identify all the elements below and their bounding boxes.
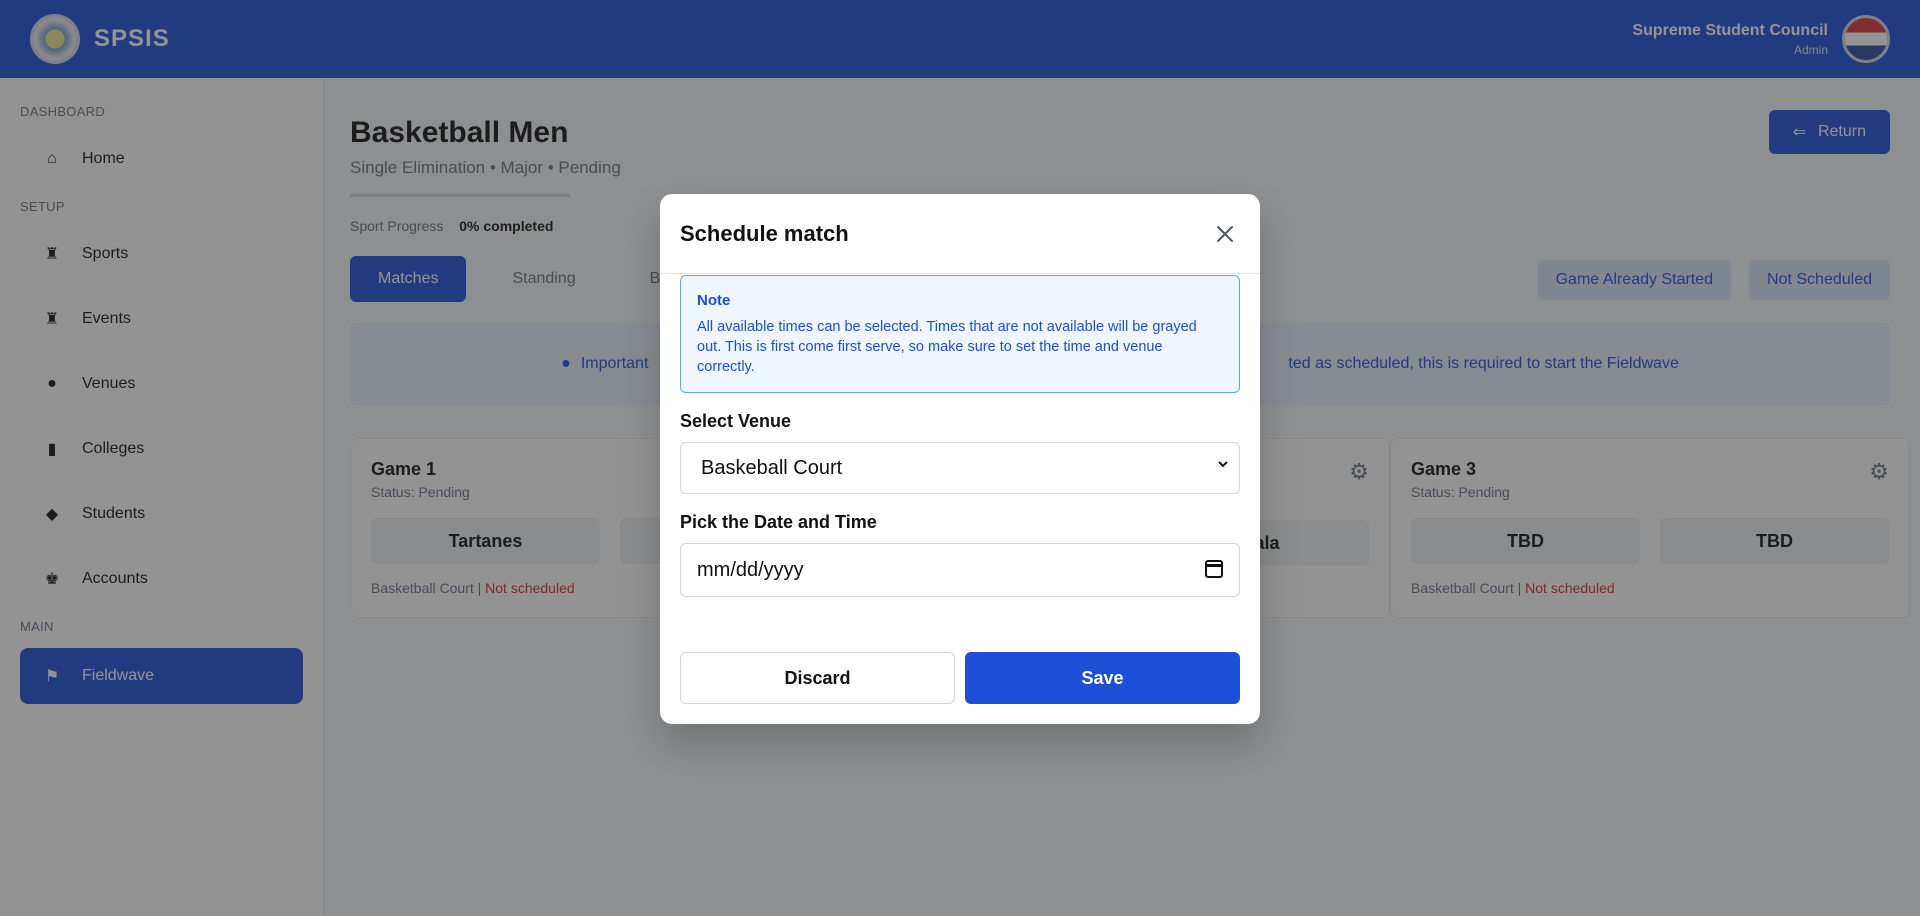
schedule-match-modal: Schedule match Note All available times … [660,194,1260,724]
close-button[interactable] [1210,219,1240,249]
date-label: Pick the Date and Time [680,512,877,532]
discard-button[interactable]: Discard [680,652,955,704]
date-input[interactable]: mm/dd/yyyy [680,543,1240,597]
venue-select[interactable]: Baskeball Court [680,442,1240,494]
close-icon [1217,225,1233,242]
note-box: Note All available times can be selected… [680,275,1240,393]
note-text: All available times can be selected. Tim… [697,319,1197,375]
venue-label: Select Venue [680,411,792,431]
note-title: Note [697,292,731,309]
modal-body: Note All available times can be selected… [660,275,1260,597]
modal-title: Schedule match [680,220,849,246]
chevron-down-icon [1217,457,1229,475]
save-button[interactable]: Save [965,652,1240,704]
date-placeholder: mm/dd/yyyy [697,558,804,581]
modal-header: Schedule match [660,194,1260,274]
venue-select-value: Baskeball Court [701,456,843,479]
modal-footer: Discard Save [680,652,1240,704]
calendar-icon[interactable] [1205,560,1223,578]
